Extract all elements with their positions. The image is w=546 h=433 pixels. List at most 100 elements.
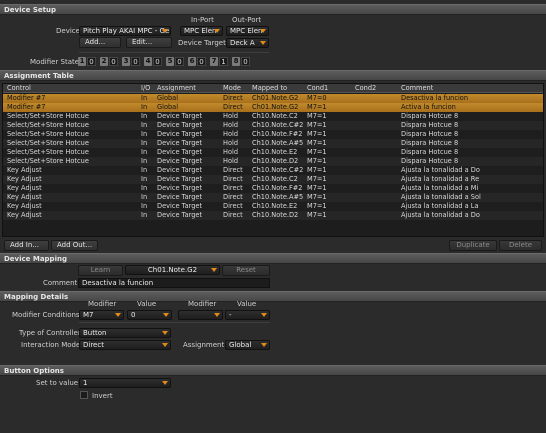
cell-cond1: M7=1 [307,193,327,201]
cell-mapped: Ch10.Note.C#2 [252,166,304,174]
cell-mapped: Ch10.Note.F#2 [252,130,303,138]
comment-label: Comment [43,279,78,287]
set-to-value-select[interactable]: 1 [79,378,171,388]
table-row[interactable]: Key Adjust In Device Target Direct Ch10.Note… [3,211,543,220]
value-col2-label: Value [237,300,257,308]
cell-io: In [141,184,148,192]
interaction-mode-label: Interaction Mode [21,341,81,349]
device-mapping-header: Device Mapping [0,253,546,264]
table-row[interactable]: Key Adjust In Device Target Direct Ch10.Note… [3,202,543,211]
cell-mapped: Ch10.Note.A#5 [252,139,304,147]
cell-comment: Dispara Hotcue 8 [401,139,459,147]
modifier-number: 2 [100,57,108,66]
invert-checkbox[interactable] [80,391,88,399]
modifier-conditions-label: Modifier Conditions [12,311,80,319]
table-row[interactable]: Modifier #7 In Global Direct Ch01.Note.G2 M7=… [3,103,543,112]
modifier-value[interactable]: 0 [87,57,96,66]
in-port-select[interactable]: MPC Elen [180,26,223,36]
cell-io: In [141,139,148,147]
col-header-mode[interactable]: Mode [223,84,241,93]
assignment-value: Global [229,341,252,349]
cell-comment: Dispara Hotcue 8 [401,121,459,129]
chevron-down-icon [260,41,266,45]
interaction-mode-value: Direct [83,341,104,349]
assignment-table[interactable]: Control I/O Assignment Mode Mapped to Co… [2,83,544,237]
col-header-cond1[interactable]: Cond1 [307,84,328,93]
table-row[interactable]: Select/Set+Store Hotcue In Device Target Ho… [3,157,543,166]
modifier-value[interactable]: 0 [109,57,118,66]
cell-mapped: Ch10.Note.A#5 [252,193,304,201]
table-row[interactable]: Key Adjust In Device Target Direct Ch10.Note… [3,175,543,184]
assignment-select[interactable]: Global [225,340,270,350]
table-row[interactable]: Select/Set+Store Hotcue In Device Target Ho… [3,112,543,121]
cond1-value-select[interactable]: 0 [127,310,172,320]
cell-assignment: Device Target [157,202,203,210]
col-header-comment[interactable]: Comment [401,84,433,93]
delete-button[interactable]: Delete [499,240,542,251]
type-of-controller-select[interactable]: Button [79,328,171,338]
table-row[interactable]: Key Adjust In Device Target Direct Ch10.Note… [3,193,543,202]
modifier-col1-label: Modifier [88,300,117,308]
cond2-modifier-select[interactable] [178,310,223,320]
modifier-value[interactable]: 0 [241,57,250,66]
chevron-down-icon [260,29,266,33]
col-header-io[interactable]: I/O [141,84,150,93]
out-port-select[interactable]: MPC Elen [226,26,269,36]
col-header-mapped-to[interactable]: Mapped to [252,84,287,93]
cell-control: Key Adjust [7,166,42,174]
modifier-value[interactable]: 0 [175,57,184,66]
mapped-to-select[interactable]: Ch01.Note.G2 [125,265,220,275]
learn-button[interactable]: Learn [78,265,123,276]
chevron-down-icon [162,29,168,33]
table-row[interactable]: Select/Set+Store Hotcue In Device Target Ho… [3,130,543,139]
cell-comment: Dispara Hotcue 8 [401,157,459,165]
cell-comment: Ajusta la tonalidad a Mi [401,184,479,192]
interaction-mode-select[interactable]: Direct [79,340,171,350]
table-row[interactable]: Key Adjust In Device Target Direct Ch10.Note… [3,184,543,193]
col-header-assignment[interactable]: Assignment [157,84,196,93]
cond1-modifier-value: M7 [83,311,94,319]
cell-mode: Direct [223,202,243,210]
cell-mode: Direct [223,184,243,192]
cell-mapped: Ch10.Note.E2 [252,148,298,156]
col-header-control[interactable]: Control [7,84,31,93]
comment-field[interactable]: Desactiva la funcion [78,278,270,288]
cell-comment: Ajusta la tonalidad a Re [401,175,480,183]
cell-assignment: Device Target [157,157,203,165]
cell-control: Key Adjust [7,202,42,210]
cell-assignment: Device Target [157,112,203,120]
table-row[interactable]: Select/Set+Store Hotcue In Device Target Ho… [3,139,543,148]
cell-comment: Dispara Hotcue 8 [401,112,459,120]
col-header-cond2[interactable]: Cond2 [355,84,376,93]
edit-device-button[interactable]: Edit... [126,37,172,48]
cell-assignment: Device Target [157,211,203,219]
device-select[interactable]: Pitch Play AKAI MPC - Ge [79,26,171,36]
device-target-select[interactable]: Deck A [226,38,269,48]
modifier-number: 8 [232,57,240,66]
table-header-row: Control I/O Assignment Mode Mapped to Co… [3,84,543,93]
cell-io: In [141,211,148,219]
table-row[interactable]: Select/Set+Store Hotcue In Device Target Ho… [3,121,543,130]
reset-button[interactable]: Reset [222,265,270,276]
add-in-button[interactable]: Add In... [4,240,49,251]
modifier-value[interactable]: 0 [153,57,162,66]
mapped-to-value: Ch01.Note.G2 [147,266,198,274]
cond2-value-select[interactable]: - [225,310,270,320]
out-port-label: Out-Port [232,16,262,24]
value-col1-label: Value [137,300,157,308]
modifier-value[interactable]: 0 [197,57,206,66]
table-row[interactable]: Select/Set+Store Hotcue In Device Target Ho… [3,148,543,157]
modifier-value[interactable]: 0 [131,57,140,66]
add-device-button[interactable]: Add... [79,37,121,48]
chevron-down-icon [211,268,217,272]
cell-cond1: M7=1 [307,211,327,219]
cell-assignment: Global [157,94,179,102]
table-row[interactable]: Key Adjust In Device Target Direct Ch10.Note… [3,166,543,175]
add-out-button[interactable]: Add Out... [51,240,98,251]
cond1-modifier-select[interactable]: M7 [79,310,124,320]
cell-cond1: M7=1 [307,121,327,129]
duplicate-button[interactable]: Duplicate [449,240,497,251]
table-row[interactable]: Modifier #7 In Global Direct Ch01.Note.G2 M7=… [3,94,543,103]
modifier-number: 7 [210,57,218,66]
modifier-value[interactable]: 1 [219,57,228,66]
